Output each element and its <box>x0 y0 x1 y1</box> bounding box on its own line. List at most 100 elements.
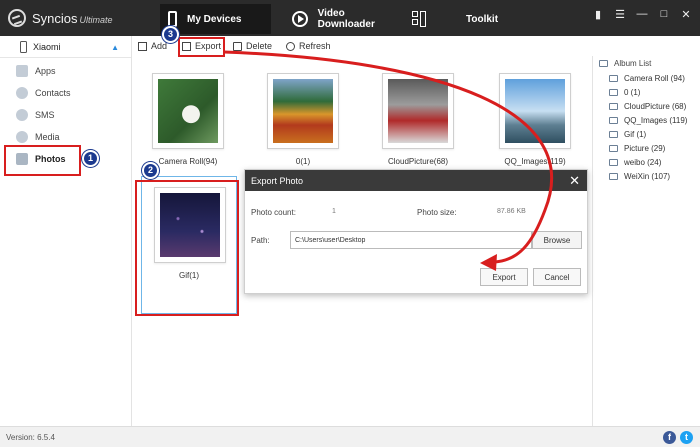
apps-icon <box>16 65 28 77</box>
play-icon <box>292 11 308 27</box>
refresh-label: Refresh <box>299 41 331 51</box>
maximize-icon[interactable]: □ <box>658 8 670 21</box>
contacts-icon <box>16 87 28 99</box>
album-qq-images[interactable]: QQ_Images(119) <box>499 73 571 166</box>
album-cover-image <box>158 79 218 143</box>
sidebar-item-label: Apps <box>35 66 56 76</box>
step-badge-2: 2 <box>142 162 159 179</box>
step-badge-1: 1 <box>82 150 99 167</box>
album-list-item-label: 0 (1) <box>624 88 641 97</box>
app-edition: Ultimate <box>79 15 113 25</box>
album-icon <box>609 103 618 110</box>
album-list-item-label: QQ_Images (119) <box>624 116 688 125</box>
album-list-item[interactable]: weibo (24) <box>609 158 661 167</box>
path-input[interactable] <box>290 231 532 249</box>
grid-icon <box>412 11 428 27</box>
close-icon[interactable]: ✕ <box>680 8 692 21</box>
album-list-item[interactable]: Picture (29) <box>609 144 665 153</box>
export-photo-dialog: Export Photo ✕ Photo count: 1 Photo size… <box>244 169 588 294</box>
close-icon[interactable]: ✕ <box>569 173 580 189</box>
delete-label: Delete <box>246 41 273 51</box>
dialog-header: Export Photo ✕ <box>245 170 587 191</box>
tab-label: Video Downloader <box>317 8 375 30</box>
album-list-title: Album List <box>599 59 651 68</box>
add-label: Add <box>151 41 168 51</box>
album-list-item-label: Camera Roll (94) <box>624 74 685 83</box>
album-thumbnail <box>382 73 454 149</box>
status-bar: Version: 6.5.4 f t <box>0 426 700 447</box>
sidebar-item-media[interactable]: Media <box>16 127 126 147</box>
photo-size-value: 87.86 KB <box>497 208 526 215</box>
sidebar-item-contacts[interactable]: Contacts <box>16 83 126 103</box>
album-cover-image <box>505 79 565 143</box>
phone-icon <box>168 11 177 27</box>
title-bar: Syncios Ultimate My Devices Video Downloa… <box>0 0 700 36</box>
refresh-button[interactable]: Refresh <box>286 41 331 51</box>
album-cloudpicture[interactable]: CloudPicture(68) <box>382 73 454 166</box>
facebook-icon[interactable]: f <box>663 431 676 444</box>
highlight-photos <box>4 145 81 176</box>
browse-button[interactable]: Browse <box>532 231 582 249</box>
album-0[interactable]: 0(1) <box>267 73 339 166</box>
album-cover-image <box>273 79 333 143</box>
album-list-panel: Album List Camera Roll (94) 0 (1) CloudP… <box>592 56 700 426</box>
sidebar-item-label: Media <box>35 132 60 142</box>
album-icon <box>599 60 608 67</box>
album-list-item-label: Gif (1) <box>624 130 647 139</box>
app-title: Syncios Ultimate <box>32 11 113 26</box>
album-cover-image <box>388 79 448 143</box>
sidebar-item-label: Contacts <box>35 88 71 98</box>
highlight-export-button <box>178 37 225 57</box>
album-label: QQ_Images(119) <box>504 157 566 166</box>
step-badge-3: 3 <box>162 26 179 43</box>
tab-label: My Devices <box>187 13 242 25</box>
export-confirm-button[interactable]: Export <box>480 268 528 286</box>
album-label: CloudPicture(68) <box>387 157 449 166</box>
album-thumbnail <box>152 73 224 149</box>
photo-count-label: Photo count: <box>251 208 296 217</box>
chat-icon[interactable]: ▮ <box>592 8 604 21</box>
phone-icon <box>20 40 27 53</box>
album-icon <box>609 89 618 96</box>
media-icon <box>16 131 28 143</box>
version-label: Version: 6.5.4 <box>6 433 55 442</box>
photo-size-label: Photo size: <box>417 208 457 217</box>
album-label: 0(1) <box>295 157 311 166</box>
album-list-item-label: CloudPicture (68) <box>624 102 687 111</box>
album-thumbnail <box>499 73 571 149</box>
sidebar-item-sms[interactable]: SMS <box>16 105 126 125</box>
album-icon <box>609 159 618 166</box>
highlight-gif-album <box>135 180 239 316</box>
album-icon <box>609 75 618 82</box>
tab-video-downloader[interactable]: Video Downloader <box>284 4 402 34</box>
device-name: Xiaomi <box>33 41 61 52</box>
sidebar-item-apps[interactable]: Apps <box>16 61 126 81</box>
add-button[interactable]: Add <box>138 41 167 51</box>
eject-icon[interactable]: ▲ <box>111 43 119 52</box>
sms-icon <box>16 109 28 121</box>
delete-button[interactable]: Delete <box>233 41 272 51</box>
path-label: Path: <box>251 236 270 245</box>
album-list-item[interactable]: WeiXin (107) <box>609 172 670 181</box>
album-list-item[interactable]: Camera Roll (94) <box>609 74 685 83</box>
menu-icon[interactable]: ☰ <box>614 8 626 21</box>
cancel-button[interactable]: Cancel <box>533 268 581 286</box>
album-list-item[interactable]: QQ_Images (119) <box>609 116 687 125</box>
album-camera-roll[interactable]: Camera Roll(94) <box>152 73 224 166</box>
album-icon <box>609 145 618 152</box>
album-list-item-label: Picture (29) <box>624 144 666 153</box>
album-list-item[interactable]: 0 (1) <box>609 88 640 97</box>
album-thumbnail <box>267 73 339 149</box>
album-icon <box>609 173 618 180</box>
twitter-icon[interactable]: t <box>680 431 693 444</box>
sidebar: Xiaomi ▲ Apps Contacts SMS Media Photos <box>0 36 132 426</box>
minimize-icon[interactable]: — <box>636 8 648 21</box>
refresh-icon <box>286 41 295 51</box>
device-selector[interactable]: Xiaomi ▲ <box>0 36 131 58</box>
syncios-logo-icon <box>8 9 26 27</box>
album-list-item[interactable]: Gif (1) <box>609 130 646 139</box>
album-icon <box>609 117 618 124</box>
album-list-item[interactable]: CloudPicture (68) <box>609 102 686 111</box>
tab-toolkit[interactable]: Toolkit <box>404 4 504 34</box>
app-name: Syncios <box>32 11 78 26</box>
